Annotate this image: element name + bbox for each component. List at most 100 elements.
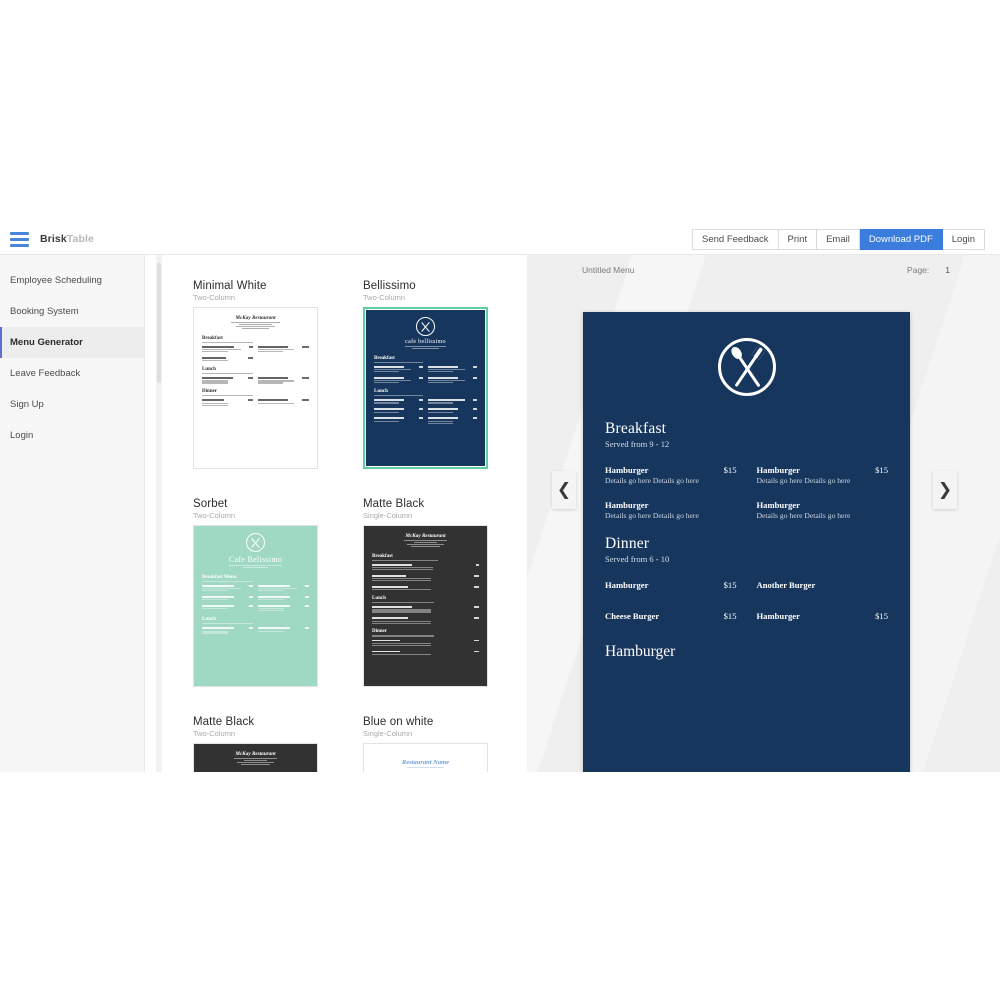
menu-item[interactable]: Hamburger $15 Details go here Details go… [605,465,737,485]
menu-section-breakfast: Breakfast Served from 9 - 12 Hamburger $… [583,420,910,535]
template-thumbnail[interactable]: McKay Restaurant Breakfast [193,307,318,469]
thumb-restaurant-name: McKay Restaurant [405,533,446,539]
template-name: Bellissimo [363,280,416,292]
template-thumbnail[interactable]: McKay Restaurant Breakfast [193,743,318,772]
menu-item[interactable]: Hamburger $15 Details go here Details go… [757,465,889,485]
email-button[interactable]: Email [817,229,860,250]
template-name: Minimal White [193,280,267,292]
item-name: Hamburger [756,465,800,475]
thumb-section: Lunch [202,617,216,623]
thumb-section: Lunch [202,367,216,373]
template-layout: Two-Column [363,293,406,302]
fork-and-spoon-circle-icon [246,533,265,552]
sidebar-item-leave-feedback[interactable]: Leave Feedback [0,358,144,389]
template-layout: Two-Column [193,511,236,520]
thumb-section: Lunch [374,389,388,395]
item-details: Details go here Details go here [756,476,851,485]
gallery-scrollbar[interactable] [156,255,162,772]
item-name: Hamburger [605,465,649,475]
sidebar-item-login[interactable]: Login [0,420,144,451]
page-label: Page: [907,265,930,275]
menu-item[interactable]: Hamburger $15 [757,611,889,621]
menu-item[interactable]: Cheese Burger $15 [605,611,737,621]
thumb-restaurant-name: Cafe Belissimo [228,555,283,564]
template-layout: Two-Column [193,293,236,302]
fork-and-spoon-circle-icon [416,317,435,336]
section-items: Hamburger $15 Details go here Details go… [605,465,888,535]
thumb-section: Breakfast [202,336,223,342]
thumb-section: Lunch [372,596,386,602]
item-name: Hamburger [756,500,800,510]
page-number[interactable]: 1 [945,265,950,275]
menu-section-dinner: Dinner Served from 6 - 10 Hamburger $15 … [583,535,910,642]
menu-document[interactable]: Breakfast Served from 9 - 12 Hamburger $… [583,312,910,772]
template-thumbnail[interactable]: Cafe Belissimo Breakfast Menu Lunch [193,525,318,687]
template-card-blue-on-white[interactable]: Blue on white Single-Column Restaurant N… [363,716,490,772]
template-name: Blue on white [363,716,434,728]
item-name: Hamburger [605,580,649,590]
menu-item[interactable]: Another Burger [757,580,889,590]
hamburger-icon[interactable] [10,232,29,247]
menu-free-title[interactable]: Hamburger [583,643,910,661]
menu-title[interactable]: Untitled Menu [582,265,634,275]
chevron-left-icon[interactable]: ❮ [552,471,576,509]
template-card-matte-black-single[interactable]: Matte Black Single-Column McKay Restaura… [363,498,490,687]
item-name: Hamburger [756,611,800,621]
sidebar: Employee Scheduling Booking System Menu … [0,255,145,772]
template-thumbnail-selected[interactable]: cafe bellissimo Breakfast Lunch [363,307,488,469]
item-details: Details go here Details go here [605,476,699,485]
template-gallery: Minimal White Two-Column McKay Restauran… [145,255,527,772]
item-details: Details go here Details go here [756,511,851,520]
template-layout: Two-Column [193,729,236,738]
login-button[interactable]: Login [942,229,985,250]
item-price: $15 [875,611,888,621]
item-name: Cheese Burger [605,611,660,621]
thumb-restaurant-name: cafe bellissimo [405,339,446,345]
template-name: Matte Black [363,498,425,510]
section-items: Hamburger $15 Another Burger Cheese Burg… [605,580,888,642]
fork-and-spoon-circle-icon [717,338,776,396]
menu-preview-panel: Untitled Menu Page: 1 Breakfast Served f… [527,255,1000,772]
print-button[interactable]: Print [778,229,818,250]
preview-header: Untitled Menu Page: 1 [582,265,950,275]
item-name: Another Burger [756,580,816,590]
thumb-section: Dinner [202,389,217,395]
item-price: $15 [723,580,737,590]
template-card-minimal-white[interactable]: Minimal White Two-Column McKay Restauran… [193,280,320,469]
top-bar: BriskTable Send Feedback Print Email Dow… [0,225,1000,255]
item-price: $15 [875,465,888,475]
item-details: Details go here Details go here [605,511,699,520]
template-thumbnail[interactable]: McKay Restaurant Breakfast [363,525,488,687]
sidebar-item-menu-generator[interactable]: Menu Generator [0,327,144,358]
section-hours: Served from 9 - 12 [605,439,670,449]
template-layout: Single-Column [363,729,413,738]
app-body: Employee Scheduling Booking System Menu … [0,255,1000,772]
thumb-section: Dinner [372,629,387,635]
template-thumbnail[interactable]: Restaurant Name Breakfast [363,743,488,772]
template-card-bellissimo[interactable]: Bellissimo Two-Column cafe bellissimo Br… [363,280,490,469]
menu-item[interactable]: Hamburger $15 [605,580,737,590]
thumb-restaurant-name: Restaurant Name [401,759,450,766]
menu-item[interactable]: Hamburger Details go here Details go her… [605,500,737,520]
template-card-matte-black-two[interactable]: Matte Black Two-Column McKay Restaurant [193,716,320,772]
section-title: Dinner [605,535,650,552]
brand-logo[interactable]: BriskTable [40,233,94,245]
thumb-section: Breakfast [372,554,393,560]
menu-item[interactable]: Hamburger Details go here Details go her… [757,500,889,520]
sidebar-item-booking-system[interactable]: Booking System [0,296,144,327]
download-pdf-button[interactable]: Download PDF [859,229,943,250]
item-name: Hamburger [605,500,649,510]
sidebar-item-employee-scheduling[interactable]: Employee Scheduling [0,265,144,296]
template-name: Matte Black [193,716,255,728]
page-indicator: Page: 1 [907,265,950,275]
top-button-group: Send Feedback Print Email Download PDF L… [692,229,985,250]
send-feedback-button[interactable]: Send Feedback [692,229,779,250]
section-hours: Served from 6 - 10 [605,554,670,564]
template-card-sorbet[interactable]: Sorbet Two-Column Cafe Belissimo Breakfa… [193,498,320,687]
brand-primary-text: Brisk [40,233,67,245]
section-title: Breakfast [605,420,667,437]
sidebar-item-sign-up[interactable]: Sign Up [0,389,144,420]
thumb-restaurant-name: McKay Restaurant [235,751,276,757]
item-price: $15 [723,465,737,475]
chevron-right-icon[interactable]: ❯ [933,471,957,509]
